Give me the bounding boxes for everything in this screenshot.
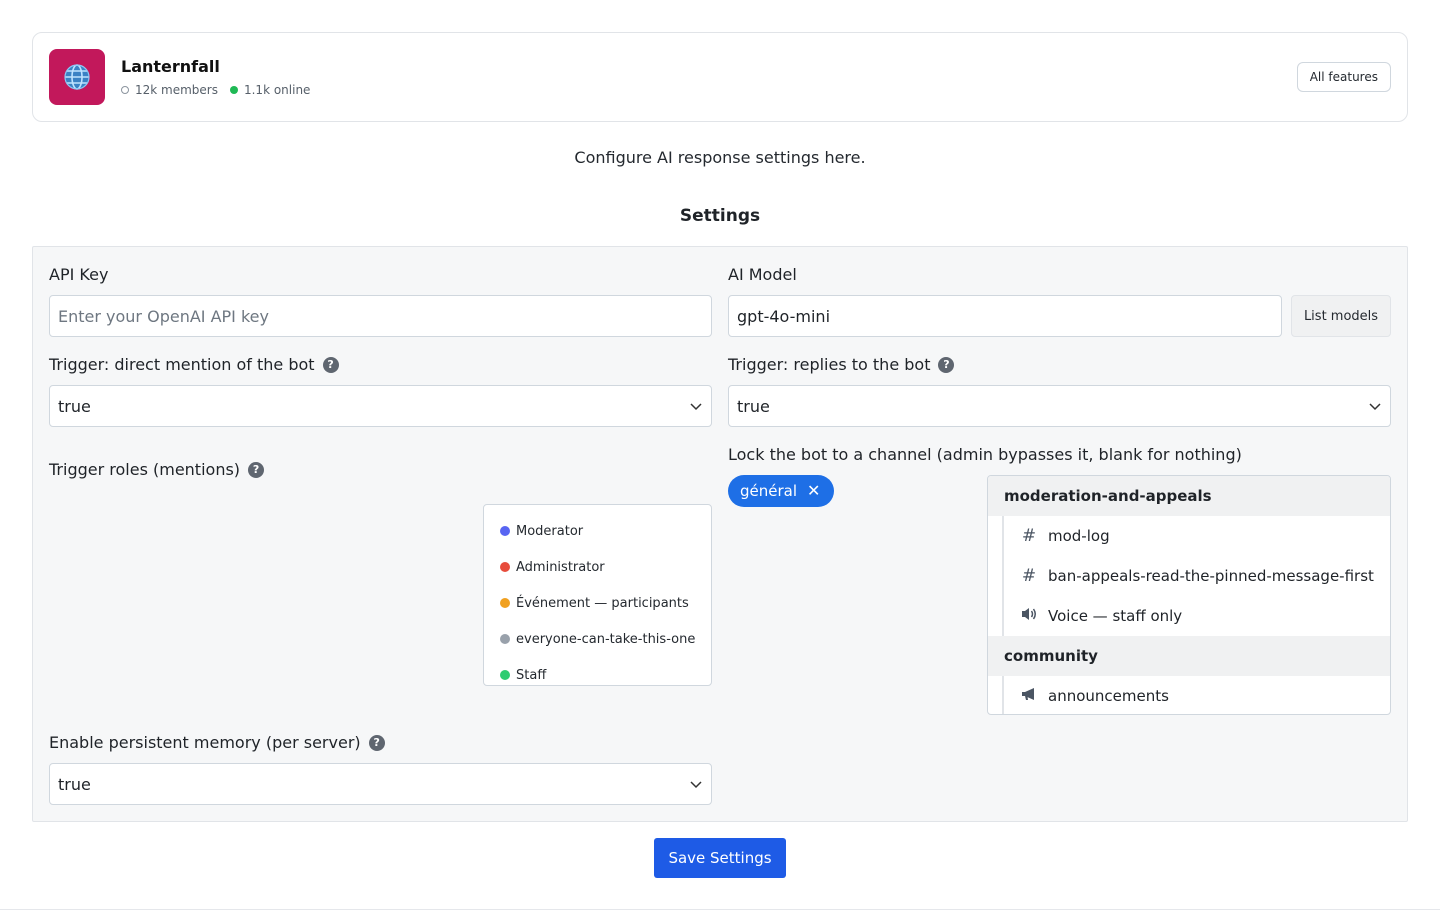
channel-name: ban-appeals-read-the-pinned-message-firs…	[1048, 567, 1374, 585]
trigger-replies-select[interactable]: true	[728, 385, 1391, 427]
role-item[interactable]: everyone-can-take-this-one	[484, 621, 711, 657]
role-color-dot-icon	[500, 634, 510, 644]
roles-list: Moderator Administrator Événement — part…	[483, 504, 712, 686]
channel-name: Voice — staff only	[1048, 607, 1183, 625]
help-icon[interactable]: ?	[248, 461, 265, 478]
server-icon	[49, 49, 105, 105]
role-color-dot-icon	[500, 562, 510, 572]
role-name: Événement — participants	[516, 595, 689, 611]
help-icon[interactable]: ?	[368, 734, 385, 751]
role-item[interactable]: Administrator	[484, 549, 711, 585]
trigger-mention-value: true	[58, 396, 91, 416]
online-dot-icon	[229, 86, 238, 94]
server-card: Lanternfall 12k members 1.1k online All …	[32, 32, 1408, 122]
channel-name: mod-log	[1048, 527, 1110, 545]
settings-heading: Settings	[679, 206, 761, 226]
role-item[interactable]: Staff	[484, 657, 711, 693]
divider	[0, 909, 1440, 910]
save-settings-button[interactable]: Save Settings	[654, 838, 786, 878]
lock-channel-label: Lock the bot to a channel (admin bypasse…	[728, 445, 1242, 464]
trigger-mention-select[interactable]: true	[49, 385, 712, 427]
api-key-input[interactable]	[49, 295, 712, 337]
trigger-roles-label-text: Trigger roles (mentions)	[49, 460, 241, 479]
speaker-icon	[1020, 606, 1038, 627]
help-icon[interactable]: ?	[938, 356, 955, 373]
close-icon[interactable]: ✕	[807, 483, 820, 499]
ai-model-label-text: AI Model	[728, 265, 797, 284]
trigger-replies-label-text: Trigger: replies to the bot	[728, 355, 931, 374]
chevron-down-icon	[690, 403, 702, 411]
megaphone-icon	[1020, 686, 1038, 707]
list-models-button[interactable]: List models	[1291, 295, 1391, 337]
online-count: 1.1k online	[229, 83, 311, 97]
server-name: Lanternfall	[121, 57, 220, 76]
channel-list: moderation-and-appeals # mod-log # ban-a…	[987, 475, 1391, 715]
channel-item[interactable]: Voice — staff only	[1002, 596, 1390, 636]
trigger-mention-label-text: Trigger: direct mention of the bot	[49, 355, 315, 374]
hash-icon: #	[1021, 566, 1037, 586]
role-item[interactable]: Moderator	[484, 513, 711, 549]
globe-icon	[64, 64, 90, 90]
role-color-dot-icon	[500, 526, 510, 536]
hash-icon: #	[1021, 526, 1037, 546]
chip-label: général	[740, 482, 798, 500]
trigger-replies-value: true	[737, 396, 770, 416]
ai-model-label: AI Model	[728, 265, 797, 284]
api-key-label: API Key	[49, 265, 108, 284]
role-name: Staff	[516, 667, 547, 683]
trigger-replies-label: Trigger: replies to the bot ?	[728, 355, 955, 374]
channel-item[interactable]: # mod-log	[1002, 516, 1390, 556]
category-header: moderation-and-appeals	[988, 476, 1390, 516]
channel-name: announcements	[1048, 687, 1169, 705]
settings-panel: API Key AI Model List models Trigger: di…	[32, 246, 1408, 822]
chevron-down-icon	[690, 781, 702, 789]
trigger-mention-label: Trigger: direct mention of the bot ?	[49, 355, 339, 374]
persistent-memory-label: Enable persistent memory (per server) ?	[49, 733, 385, 752]
member-count-text: 12k members	[135, 83, 218, 97]
trigger-roles-label: Trigger roles (mentions) ?	[49, 460, 265, 479]
intro-text: Configure AI response settings here.	[574, 148, 866, 167]
channel-item[interactable]: # ban-appeals-read-the-pinned-message-fi…	[1002, 556, 1390, 596]
role-color-dot-icon	[500, 598, 510, 608]
channel-item[interactable]: announcements	[1002, 676, 1390, 714]
members-dot-icon	[121, 86, 129, 94]
api-key-label-text: API Key	[49, 265, 109, 284]
role-color-dot-icon	[500, 670, 510, 680]
role-name: Moderator	[516, 523, 584, 539]
role-name: Administrator	[516, 559, 605, 575]
chevron-down-icon	[1369, 403, 1381, 411]
lock-channel-label-text: Lock the bot to a channel (admin bypasse…	[728, 445, 1242, 464]
online-count-text: 1.1k online	[243, 83, 311, 97]
member-count: 12k members	[121, 83, 218, 97]
role-name: everyone-can-take-this-one	[516, 631, 696, 647]
all-features-button[interactable]: All features	[1296, 62, 1391, 92]
selected-channel-chip: général ✕	[728, 475, 835, 507]
persistent-memory-label-text: Enable persistent memory (per server)	[49, 733, 361, 752]
help-icon[interactable]: ?	[322, 356, 339, 373]
ai-model-input[interactable]	[728, 295, 1282, 337]
persistent-memory-value: true	[58, 774, 91, 794]
role-item[interactable]: Événement — participants	[484, 585, 711, 621]
category-header: community	[988, 636, 1390, 676]
server-stats: 12k members 1.1k online	[121, 83, 310, 97]
persistent-memory-select[interactable]: true	[49, 763, 712, 805]
